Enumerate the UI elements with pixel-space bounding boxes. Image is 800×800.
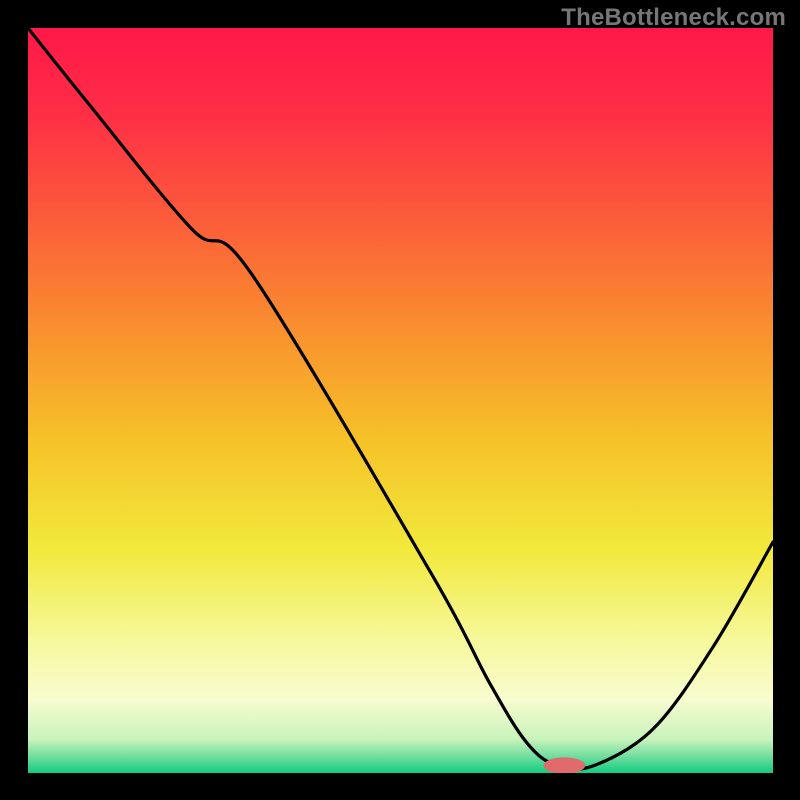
chart-frame: TheBottleneck.com xyxy=(0,0,800,800)
plot-background xyxy=(28,28,773,773)
optimal-point-marker xyxy=(544,757,586,773)
bottleneck-chart xyxy=(28,28,773,773)
